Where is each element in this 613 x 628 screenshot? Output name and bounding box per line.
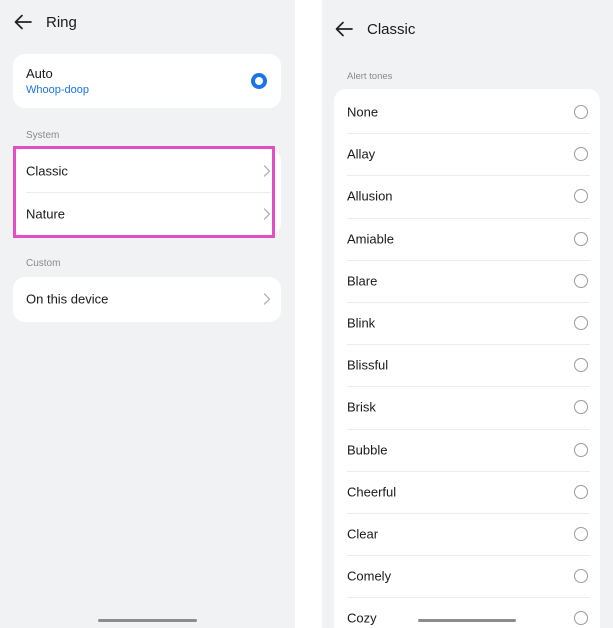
- divider: [347, 470, 590, 472]
- auto-ringtone-card[interactable]: Auto Whoop-doop: [13, 54, 281, 108]
- radio-unselected-icon[interactable]: [574, 147, 588, 162]
- section-header-system: System: [26, 130, 60, 141]
- tone-label: Blink: [347, 315, 376, 331]
- page-title: Classic: [367, 21, 416, 38]
- tone-item[interactable]: Blare: [334, 259, 600, 302]
- tone-label: Cozy: [347, 610, 377, 626]
- chevron-right-icon: [263, 165, 271, 177]
- list-item-nature[interactable]: Nature: [13, 193, 281, 235]
- home-indicator[interactable]: [98, 619, 197, 622]
- radio-unselected-icon[interactable]: [574, 189, 588, 204]
- tone-item[interactable]: Blissful: [334, 344, 600, 386]
- divider: [347, 428, 590, 430]
- radio-unselected-icon[interactable]: [574, 442, 588, 457]
- radio-unselected-icon[interactable]: [574, 358, 588, 373]
- list-item-label: On this device: [26, 291, 109, 307]
- divider: [347, 259, 590, 261]
- radio-unselected-icon[interactable]: [574, 231, 588, 246]
- list-item-on-this-device[interactable]: On this device: [13, 278, 281, 320]
- tone-item[interactable]: Clear: [334, 512, 600, 555]
- divider: [347, 344, 590, 346]
- tone-item[interactable]: Bubble: [334, 428, 600, 471]
- tone-label: None: [347, 104, 379, 120]
- list-item-label: Classic: [26, 163, 68, 179]
- divider: [347, 512, 590, 514]
- system-tones-card: Classic Nature: [13, 149, 281, 235]
- radio-unselected-icon[interactable]: [574, 105, 588, 120]
- tone-item[interactable]: Comely: [334, 555, 600, 597]
- tone-label: Blare: [347, 273, 378, 289]
- ring-settings-screen: Ring Auto Whoop-doop System Classic Natu…: [0, 0, 295, 628]
- custom-tones-card: On this device: [13, 277, 281, 322]
- radio-unselected-icon[interactable]: [574, 484, 588, 499]
- section-header-alert-tones: Alert tones: [347, 71, 393, 82]
- tone-item[interactable]: Brisk: [334, 386, 600, 428]
- auto-sublabel: Whoop-doop: [26, 84, 89, 96]
- tone-item[interactable]: None: [334, 91, 600, 133]
- radio-selected-icon[interactable]: [251, 73, 267, 89]
- divider: [347, 386, 590, 388]
- tone-label: Blissful: [347, 357, 389, 373]
- tone-item[interactable]: Allay: [334, 133, 600, 175]
- section-header-custom: Custom: [26, 258, 61, 269]
- tone-item[interactable]: Blink: [334, 301, 600, 344]
- tone-label: Allay: [347, 146, 376, 162]
- tone-item[interactable]: Cozy: [334, 597, 600, 628]
- list-item-label: Nature: [26, 206, 66, 222]
- divider: [347, 175, 590, 177]
- tone-label: Brisk: [347, 399, 376, 415]
- tone-label: Comely: [347, 568, 392, 584]
- chevron-right-icon: [263, 208, 271, 220]
- divider: [347, 133, 590, 135]
- divider: [347, 597, 590, 599]
- top-app-bar: Classic: [322, 0, 613, 46]
- radio-unselected-icon[interactable]: [574, 569, 588, 584]
- divider: [347, 301, 590, 303]
- arrow-left-icon[interactable]: [12, 11, 34, 33]
- list-item-classic[interactable]: Classic: [13, 150, 281, 192]
- tone-item[interactable]: Allusion: [334, 175, 600, 217]
- divider: [347, 217, 590, 219]
- tone-label: Cheerful: [347, 484, 397, 500]
- chevron-right-icon: [263, 293, 271, 305]
- tone-label: Bubble: [347, 442, 388, 458]
- top-app-bar: Ring: [0, 0, 295, 46]
- tone-item[interactable]: Amiable: [334, 217, 600, 260]
- classic-tones-screen: Classic Alert tones None Allay Allusion Ami…: [322, 0, 613, 628]
- radio-unselected-icon[interactable]: [574, 316, 588, 331]
- tone-label: Clear: [347, 526, 379, 542]
- arrow-left-icon[interactable]: [333, 18, 355, 40]
- tone-label: Allusion: [347, 188, 393, 204]
- radio-unselected-icon[interactable]: [574, 611, 588, 626]
- radio-unselected-icon[interactable]: [574, 273, 588, 288]
- tone-item[interactable]: Cheerful: [334, 470, 600, 513]
- divider: [347, 555, 590, 557]
- alert-tones-list: None Allay Allusion Amiable Blare Blink Blissf…: [334, 89, 600, 628]
- radio-unselected-icon[interactable]: [574, 526, 588, 541]
- auto-label: Auto: [26, 66, 53, 81]
- home-indicator[interactable]: [418, 619, 516, 622]
- radio-unselected-icon[interactable]: [574, 400, 588, 415]
- tone-label: Amiable: [347, 231, 394, 247]
- page-title: Ring: [46, 14, 77, 31]
